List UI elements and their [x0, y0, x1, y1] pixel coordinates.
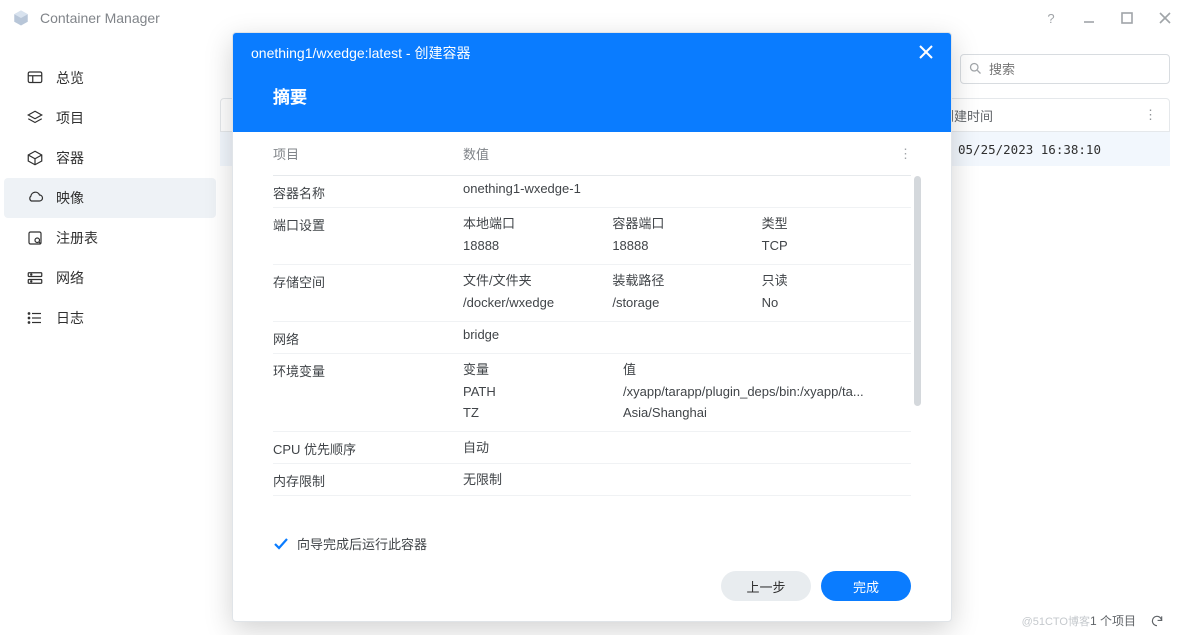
env-head-var: 变量: [463, 359, 623, 378]
value: 自动: [463, 437, 911, 456]
sidebar-item-overview[interactable]: 总览: [4, 58, 216, 98]
sidebar-item-project[interactable]: 项目: [4, 98, 216, 138]
modal-subtitle: 摘要: [233, 73, 951, 132]
vol-readonly: No: [762, 295, 911, 310]
label: 端口设置: [273, 213, 463, 234]
port-head-container: 容器端口: [612, 213, 761, 232]
sidebar-item-label: 注册表: [56, 228, 98, 248]
modal-body: 项目 数值 ⋮ 容器名称 onething1-wxedge-1 端口设置 本地端…: [233, 132, 951, 518]
env-val: /xyapp/tarapp/plugin_deps/bin:/xyapp/ta.…: [623, 384, 911, 399]
modal-titlebar: onething1/wxedge:latest - 创建容器: [233, 33, 951, 73]
prev-button[interactable]: 上一步: [721, 571, 811, 601]
row-memory: 内存限制 无限制: [273, 464, 911, 496]
label: 容器名称: [273, 181, 463, 202]
env-key: TZ: [463, 405, 623, 420]
port-type: TCP: [762, 238, 911, 253]
vol-mount: /storage: [612, 295, 761, 310]
port-container: 18888: [612, 238, 761, 253]
summary-more[interactable]: ⋮: [899, 146, 911, 162]
port-head-local: 本地端口: [463, 213, 612, 232]
maximize-button[interactable]: [1120, 11, 1134, 25]
sidebar-item-label: 日志: [56, 308, 84, 328]
label: 存储空间: [273, 270, 463, 291]
refresh-icon[interactable]: [1150, 614, 1164, 628]
scrollbar[interactable]: [914, 176, 921, 406]
label: 内存限制: [273, 469, 463, 490]
summary-header: 项目 数值 ⋮: [273, 132, 911, 176]
sidebar-item-label: 映像: [56, 188, 84, 208]
network-icon: [26, 269, 44, 287]
label: 环境变量: [273, 359, 463, 380]
cloud-icon: [26, 189, 44, 207]
watermark: @51CTO博客: [1022, 613, 1090, 629]
modal-close-button[interactable]: [919, 45, 933, 62]
cell-created: 05/25/2023 16:38:10: [958, 142, 1158, 157]
app-title: Container Manager: [40, 10, 1020, 26]
vol-file: /docker/wxedge: [463, 295, 612, 310]
close-window-button[interactable]: [1158, 11, 1172, 25]
sidebar-item-label: 项目: [56, 108, 84, 128]
table-header-more[interactable]: ⋮: [1141, 107, 1157, 123]
search-input[interactable]: [960, 54, 1170, 84]
modal-title-text: onething1/wxedge:latest - 创建容器: [251, 43, 470, 63]
layers-icon: [26, 109, 44, 127]
sidebar-item-label: 容器: [56, 148, 84, 168]
env-head-val: 值: [623, 359, 911, 378]
env-val: Asia/Shanghai: [623, 405, 911, 420]
vol-head-file: 文件/文件夹: [463, 270, 612, 289]
create-container-modal: onething1/wxedge:latest - 创建容器 摘要 项目 数值 …: [232, 32, 952, 622]
search-box: [960, 54, 1170, 84]
checkbox-label: 向导完成后运行此容器: [297, 534, 427, 553]
vol-head-readonly: 只读: [762, 270, 911, 289]
sidebar-item-image[interactable]: 映像: [4, 178, 216, 218]
search-icon: [968, 61, 983, 76]
sidebar-item-registry[interactable]: 注册表: [4, 218, 216, 258]
vol-head-mount: 装载路径: [612, 270, 761, 289]
label: 网络: [273, 327, 463, 348]
row-volume: 存储空间 文件/文件夹 装载路径 只读 /docker/wxedge /stor…: [273, 265, 911, 322]
titlebar: Container Manager ?: [0, 0, 1184, 36]
summary-col-value: 数值: [463, 144, 899, 163]
checkbox-checked-icon: [273, 536, 289, 552]
app-icon: [12, 9, 30, 27]
sidebar-item-log[interactable]: 日志: [4, 298, 216, 338]
modal-footer: 向导完成后运行此容器 上一步 完成: [233, 518, 951, 621]
row-env: 环境变量 变量 值 PATH /xyapp/tarapp/plugin_deps…: [273, 354, 911, 432]
registry-icon: [26, 229, 44, 247]
sidebar: 总览 项目 容器 映像 注册表 网络 日志: [0, 36, 220, 635]
summary-col-item: 项目: [273, 144, 463, 163]
done-button[interactable]: 完成: [821, 571, 911, 601]
value: bridge: [463, 327, 911, 342]
value: onething1-wxedge-1: [463, 181, 911, 196]
port-local: 18888: [463, 238, 612, 253]
sidebar-item-label: 总览: [56, 68, 84, 88]
column-created[interactable]: 创建时间: [941, 106, 1141, 125]
minimize-button[interactable]: [1082, 11, 1096, 25]
row-port: 端口设置 本地端口 容器端口 类型 18888 18888 TCP: [273, 208, 911, 265]
env-key: PATH: [463, 384, 623, 399]
footer-status: 1 个项目: [1090, 612, 1164, 629]
run-after-checkbox-row[interactable]: 向导完成后运行此容器: [273, 534, 911, 553]
help-button[interactable]: ?: [1044, 11, 1058, 25]
item-count: 1 个项目: [1090, 612, 1136, 629]
dashboard-icon: [26, 69, 44, 87]
row-cpu: CPU 优先顺序 自动: [273, 432, 911, 464]
port-head-type: 类型: [762, 213, 911, 232]
row-container-name: 容器名称 onething1-wxedge-1: [273, 176, 911, 208]
sidebar-item-network[interactable]: 网络: [4, 258, 216, 298]
sidebar-item-label: 网络: [56, 268, 84, 288]
sidebar-item-container[interactable]: 容器: [4, 138, 216, 178]
list-icon: [26, 309, 44, 327]
label: CPU 优先顺序: [273, 437, 463, 458]
cube-icon: [26, 149, 44, 167]
row-network: 网络 bridge: [273, 322, 911, 354]
value: 无限制: [463, 469, 911, 488]
